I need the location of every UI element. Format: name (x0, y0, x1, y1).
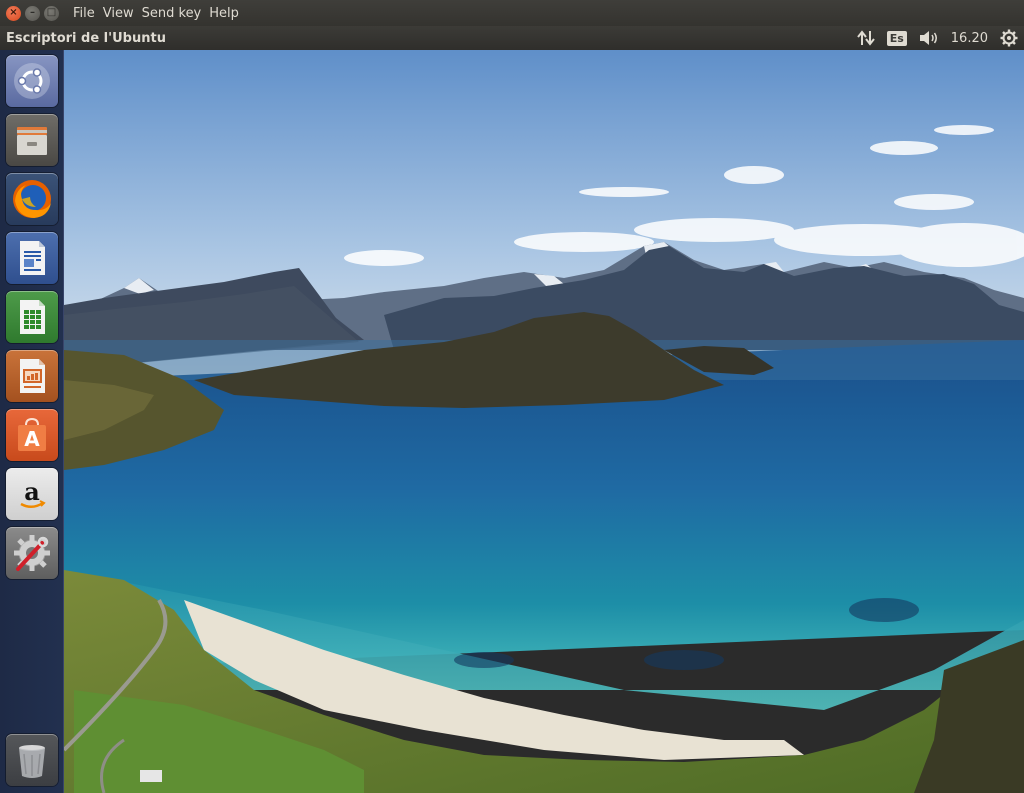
menu-file[interactable]: File (73, 6, 95, 21)
ubuntu-logo-icon (14, 63, 50, 99)
vm-menubar: File View Send key Help (73, 6, 247, 21)
amazon-icon: a (20, 477, 46, 508)
window-close-button[interactable]: × (6, 5, 21, 21)
launcher-settings[interactable] (6, 527, 58, 579)
desktop-wallpaper[interactable] (64, 50, 1024, 793)
network-arrows-icon (856, 30, 875, 46)
launcher-calc[interactable] (6, 291, 58, 343)
impress-presentation-icon (20, 359, 45, 393)
file-cabinet-icon (17, 127, 47, 155)
trash-icon (19, 745, 45, 778)
menu-view[interactable]: View (103, 6, 134, 21)
close-icon: × (9, 7, 18, 18)
clock[interactable]: 16.20 (951, 31, 988, 46)
launcher-writer[interactable] (6, 232, 58, 284)
power-gear-icon (1000, 29, 1018, 47)
launcher-amazon[interactable]: a (6, 468, 58, 520)
vm-window-titlebar: × – □ File View Send key Help (0, 0, 1024, 26)
window-minimize-button[interactable]: – (25, 5, 40, 21)
svg-text:A: A (24, 427, 40, 451)
minimize-icon: – (30, 7, 35, 18)
panel-title: Escriptori de l'Ubuntu (6, 30, 166, 46)
session-menu[interactable] (1000, 29, 1018, 47)
launcher-impress[interactable] (6, 350, 58, 402)
writer-document-icon (20, 241, 45, 275)
launcher: A a (0, 50, 64, 793)
speaker-volume-icon (919, 31, 937, 45)
launcher-files[interactable] (6, 114, 58, 166)
calc-spreadsheet-icon (20, 300, 45, 334)
sound-indicator[interactable] (919, 30, 939, 46)
network-indicator[interactable] (856, 30, 875, 46)
svg-text:a: a (24, 477, 40, 506)
launcher-software[interactable]: A (6, 409, 58, 461)
menu-help[interactable]: Help (209, 6, 239, 21)
menu-send-key[interactable]: Send key (142, 6, 202, 21)
keyboard-layout-badge: Es (886, 30, 907, 46)
maximize-icon: □ (46, 7, 57, 18)
settings-gear-wrench-icon (14, 535, 50, 571)
launcher-firefox[interactable] (6, 173, 58, 225)
firefox-icon (13, 180, 51, 218)
top-panel: Escriptori de l'Ubuntu Es 16.20 (0, 26, 1024, 50)
window-maximize-button[interactable]: □ (44, 5, 59, 21)
keyboard-indicator[interactable]: Es (886, 30, 907, 46)
software-bag-icon: A (18, 417, 46, 451)
indicator-area: Es 16.20 (845, 26, 1018, 50)
launcher-trash[interactable] (6, 734, 58, 786)
launcher-dash[interactable] (6, 55, 58, 107)
wallpaper-image (64, 50, 1024, 793)
